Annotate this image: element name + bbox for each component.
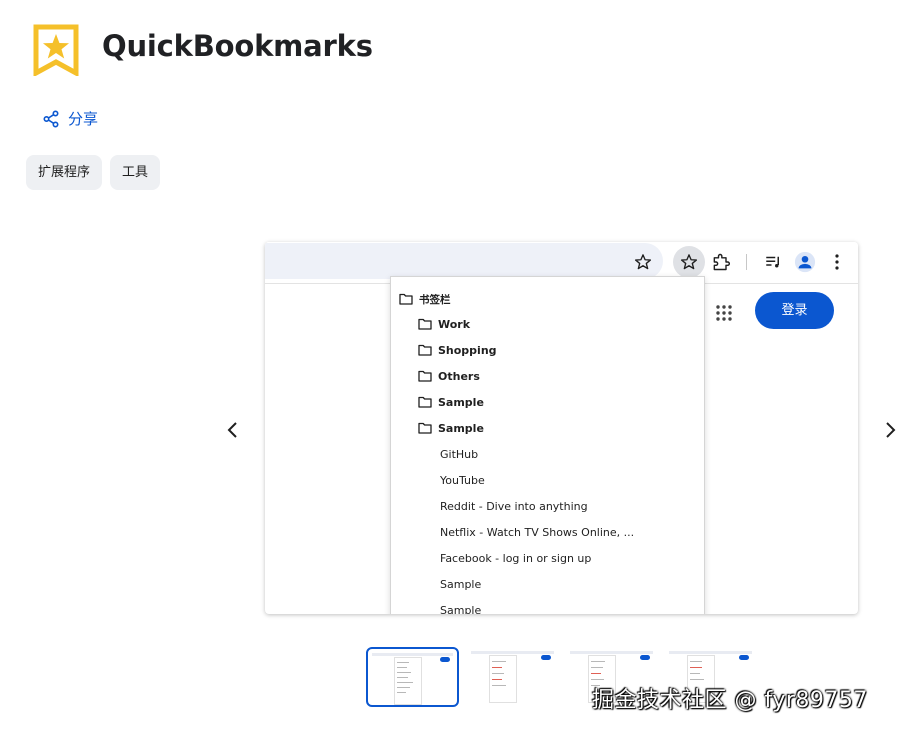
chip-tools[interactable]: 工具 <box>110 155 161 190</box>
bookmark-link: GitHub <box>440 447 479 461</box>
chip-extensions[interactable]: 扩展程序 <box>26 155 103 190</box>
share-icon <box>42 109 60 128</box>
signin-button: 登录 <box>755 292 834 329</box>
folder-icon <box>399 293 413 305</box>
category-chips: 扩展程序 工具 <box>26 155 161 190</box>
thumbnail-1[interactable] <box>366 647 459 707</box>
toolbar-divider <box>746 254 747 270</box>
bookmark-link: Sample <box>440 577 482 591</box>
bookmark-folder: Sample <box>418 393 484 411</box>
bookmark-folder: Sample <box>418 419 484 437</box>
watermark-text: 掘金技术社区 @ fyr89757 <box>592 688 868 713</box>
reading-list-icon <box>761 250 785 274</box>
share-button[interactable]: 分享 <box>42 108 98 129</box>
bookmark-folder: Others <box>418 367 480 385</box>
bookmark-link: Netflix - Watch TV Shows Online, ... <box>440 525 635 539</box>
bookmark-link: Reddit - Dive into anything <box>440 499 588 513</box>
app-logo-icon <box>33 24 79 78</box>
bookmark-star-icon <box>631 250 655 274</box>
thumbnail-2[interactable] <box>467 647 558 705</box>
app-title: QuickBookmarks <box>102 29 373 63</box>
folder-icon <box>418 422 432 434</box>
folder-icon <box>418 318 432 330</box>
address-bar <box>265 243 663 279</box>
bookmark-link: YouTube <box>440 473 485 487</box>
bookmarks-panel: 书签栏 Work Shopping Others Sample Sample G… <box>390 276 705 614</box>
puzzle-icon <box>707 248 735 276</box>
carousel-next-button[interactable] <box>878 418 902 442</box>
folder-icon <box>418 344 432 356</box>
screenshot-preview: 登录 书签栏 Work Shopping Others Sample Sampl… <box>265 242 858 614</box>
bookmark-link: Sample <box>440 603 482 615</box>
extension-star-icon <box>673 246 705 278</box>
more-vertical-icon <box>827 250 847 274</box>
bookmark-folder: Shopping <box>418 341 497 359</box>
folder-icon <box>418 396 432 408</box>
carousel-prev-button[interactable] <box>221 418 245 442</box>
share-label: 分享 <box>68 110 99 128</box>
bookmark-link: Facebook - log in or sign up <box>440 551 592 565</box>
chevron-right-icon <box>886 422 896 438</box>
profile-avatar-icon <box>792 249 818 275</box>
bookmarks-bar-root: 书签栏 <box>399 290 451 308</box>
bookmark-folder: Work <box>418 315 470 333</box>
chevron-left-icon <box>227 422 237 438</box>
apps-grid-icon <box>715 304 735 324</box>
folder-icon <box>418 370 432 382</box>
